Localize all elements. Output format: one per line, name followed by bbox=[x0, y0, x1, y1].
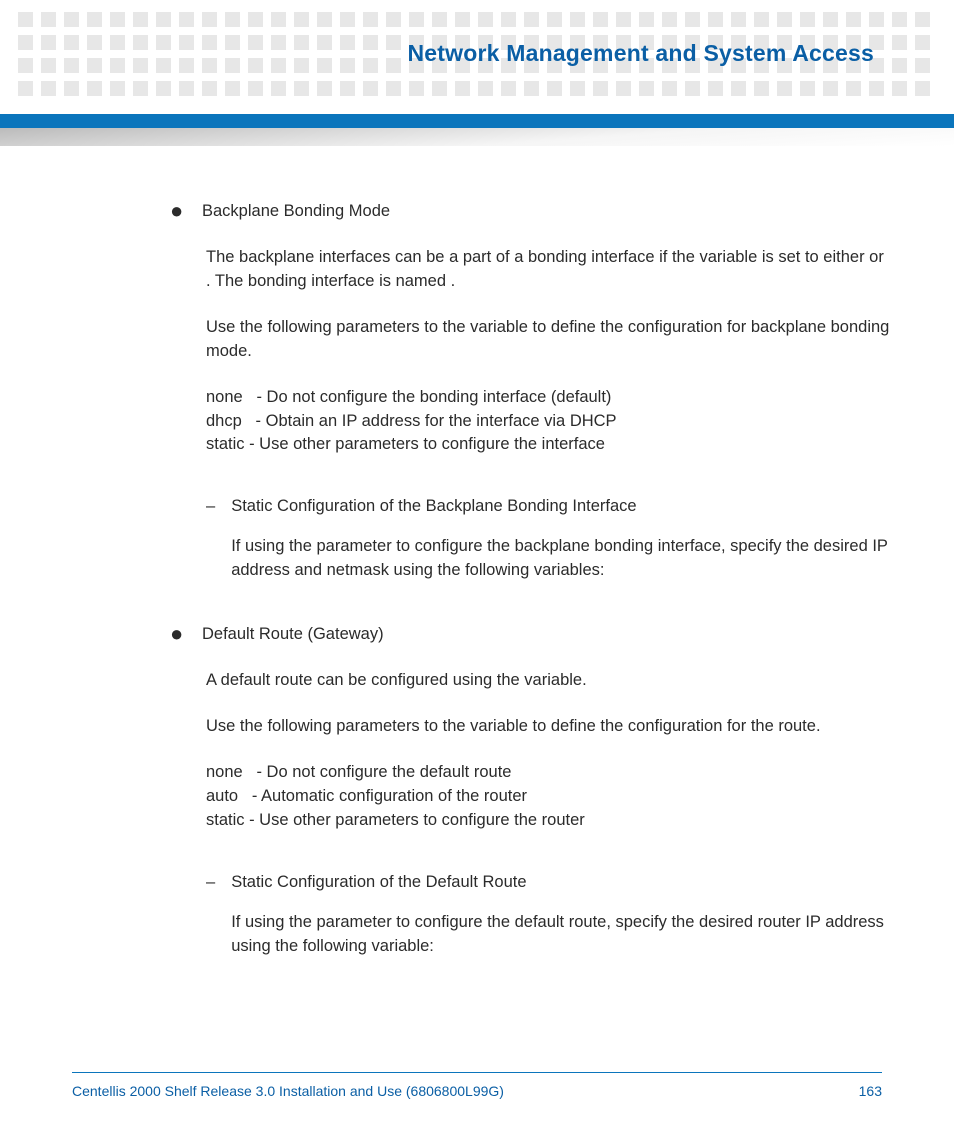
paragraph: The backplane interfaces can be a part o… bbox=[206, 246, 890, 294]
paragraph: Use the following parameters to the vari… bbox=[206, 316, 890, 364]
paragraph: A default route can be configured using … bbox=[206, 669, 890, 693]
paragraph: If using the parameter to configure the … bbox=[231, 911, 890, 959]
header-blue-bar bbox=[0, 114, 954, 128]
options-block: none - Do not configure the default rout… bbox=[206, 761, 890, 833]
sub-heading: Static Configuration of the Backplane Bo… bbox=[231, 495, 890, 519]
body-content: ● Backplane Bonding Mode The backplane i… bbox=[170, 200, 890, 998]
bullet-dot-icon: ● bbox=[170, 623, 180, 647]
bullet-backplane-bonding: ● Backplane Bonding Mode The backplane i… bbox=[170, 200, 890, 583]
footer-doc-title: Centellis 2000 Shelf Release 3.0 Install… bbox=[72, 1083, 504, 1099]
bullet-heading: Backplane Bonding Mode bbox=[202, 200, 390, 224]
dash-icon: – bbox=[206, 871, 215, 959]
page-footer: Centellis 2000 Shelf Release 3.0 Install… bbox=[72, 1072, 882, 1099]
bullet-dot-icon: ● bbox=[170, 200, 180, 224]
bullet-heading: Default Route (Gateway) bbox=[202, 623, 384, 647]
sub-heading: Static Configuration of the Default Rout… bbox=[231, 871, 890, 895]
bullet-default-route: ● Default Route (Gateway) A default rout… bbox=[170, 623, 890, 958]
sub-item: – Static Configuration of the Backplane … bbox=[206, 495, 890, 583]
paragraph: If using the parameter to configure the … bbox=[231, 535, 890, 583]
options-block: none - Do not configure the bonding inte… bbox=[206, 386, 890, 458]
header-grey-wedge bbox=[0, 128, 954, 146]
dash-icon: – bbox=[206, 495, 215, 583]
sub-item: – Static Configuration of the Default Ro… bbox=[206, 871, 890, 959]
page-title: Network Management and System Access bbox=[407, 40, 874, 67]
footer-page-number: 163 bbox=[859, 1083, 882, 1099]
footer-rule bbox=[72, 1072, 882, 1073]
paragraph: Use the following parameters to the vari… bbox=[206, 715, 890, 739]
